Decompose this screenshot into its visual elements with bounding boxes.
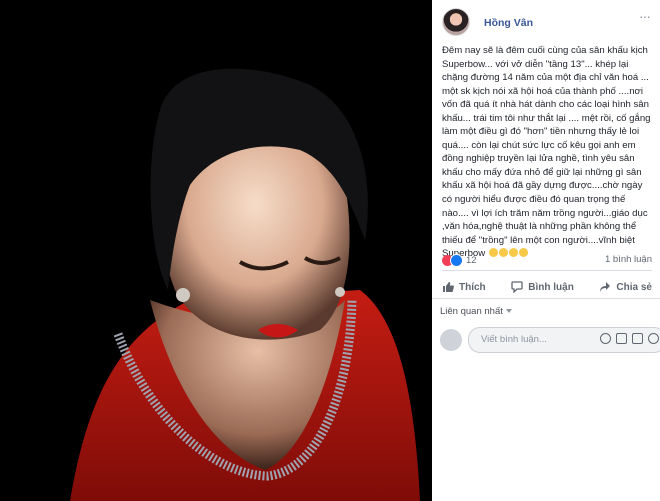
more-options-icon[interactable]: ···: [639, 8, 651, 24]
crying-emoji-icon: [508, 248, 518, 258]
gif-icon[interactable]: [632, 333, 643, 344]
caret-down-icon: [505, 309, 512, 313]
camera-icon[interactable]: [616, 333, 627, 344]
post-text-body: Đêm nay sẽ là đêm cuối cùng của sân khấu…: [442, 45, 651, 260]
comment-sort-dropdown[interactable]: Liên quan nhất: [440, 306, 512, 317]
sticker-icon[interactable]: [648, 333, 659, 344]
comment-tools: [600, 333, 659, 344]
comments-count[interactable]: 1 bình luận: [605, 254, 652, 265]
post-text: Đêm nay sẽ là đêm cuối cùng của sân khấu…: [442, 44, 652, 261]
reactions-count: 12: [466, 255, 477, 267]
divider: [432, 298, 660, 299]
share-label: Chia sẻ: [616, 281, 652, 293]
thumbs-up-icon: [443, 282, 454, 292]
post-panel: Hồng Vân ··· Đêm nay sẽ là đêm cuối cùng…: [432, 0, 660, 501]
comment-label: Bình luận: [528, 281, 574, 293]
comment-input[interactable]: Viết bình luận...: [468, 327, 660, 353]
like-reaction-icon: [450, 254, 463, 268]
share-button[interactable]: Chia sẻ: [599, 276, 652, 298]
divider: [442, 270, 652, 271]
author-avatar[interactable]: [442, 8, 470, 36]
comment-button[interactable]: Bình luận: [511, 276, 574, 298]
reactions-summary[interactable]: 12: [442, 252, 477, 268]
comment-composer: Viết bình luận...: [440, 327, 660, 353]
like-label: Thích: [459, 281, 486, 293]
crying-emoji-icon: [498, 248, 508, 258]
action-bar: Thích Bình luận Chia sẻ: [442, 276, 652, 298]
share-icon: [600, 282, 611, 292]
comment-sort-label: Liên quan nhất: [440, 306, 503, 317]
comment-placeholder: Viết bình luận...: [481, 334, 547, 345]
like-button[interactable]: Thích: [442, 276, 486, 298]
comment-icon: [511, 281, 523, 293]
crying-emoji-icon: [488, 248, 498, 258]
crying-emoji-icon: [518, 248, 528, 258]
post-photo[interactable]: [0, 0, 432, 501]
woman-portrait-image: [0, 0, 432, 501]
author-name[interactable]: Hồng Vân: [484, 17, 533, 29]
viewer-avatar: [440, 329, 462, 351]
post-header: Hồng Vân ···: [442, 8, 652, 38]
emoji-icon[interactable]: [600, 333, 611, 344]
